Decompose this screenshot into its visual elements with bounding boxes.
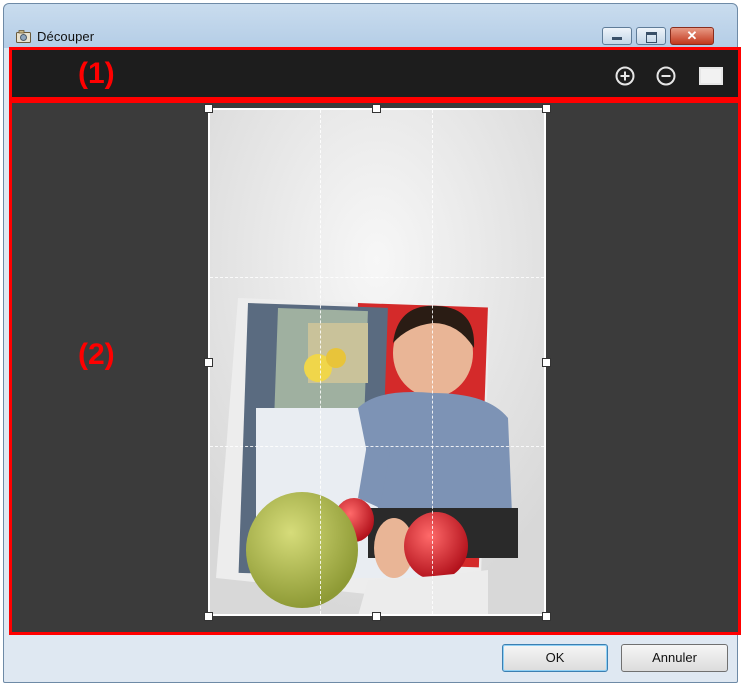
maximize-button[interactable] xyxy=(636,27,666,45)
cancel-button[interactable]: Annuler xyxy=(621,644,728,672)
minimize-icon xyxy=(612,37,622,40)
close-button[interactable]: ✕ xyxy=(670,27,714,45)
ok-button[interactable]: OK xyxy=(502,644,608,672)
app-icon xyxy=(16,30,31,43)
annotation-label-2: (2) xyxy=(78,338,115,371)
maximize-icon xyxy=(646,32,657,43)
window-title: Découper xyxy=(37,29,95,44)
annotation-frame-toolbar xyxy=(9,47,741,103)
title-bar[interactable]: Découper ✕ xyxy=(4,4,737,48)
close-icon: ✕ xyxy=(686,28,698,43)
annotation-label-1: (1) xyxy=(78,57,115,90)
minimize-button[interactable] xyxy=(602,27,632,45)
annotation-frame-canvas xyxy=(9,97,741,635)
